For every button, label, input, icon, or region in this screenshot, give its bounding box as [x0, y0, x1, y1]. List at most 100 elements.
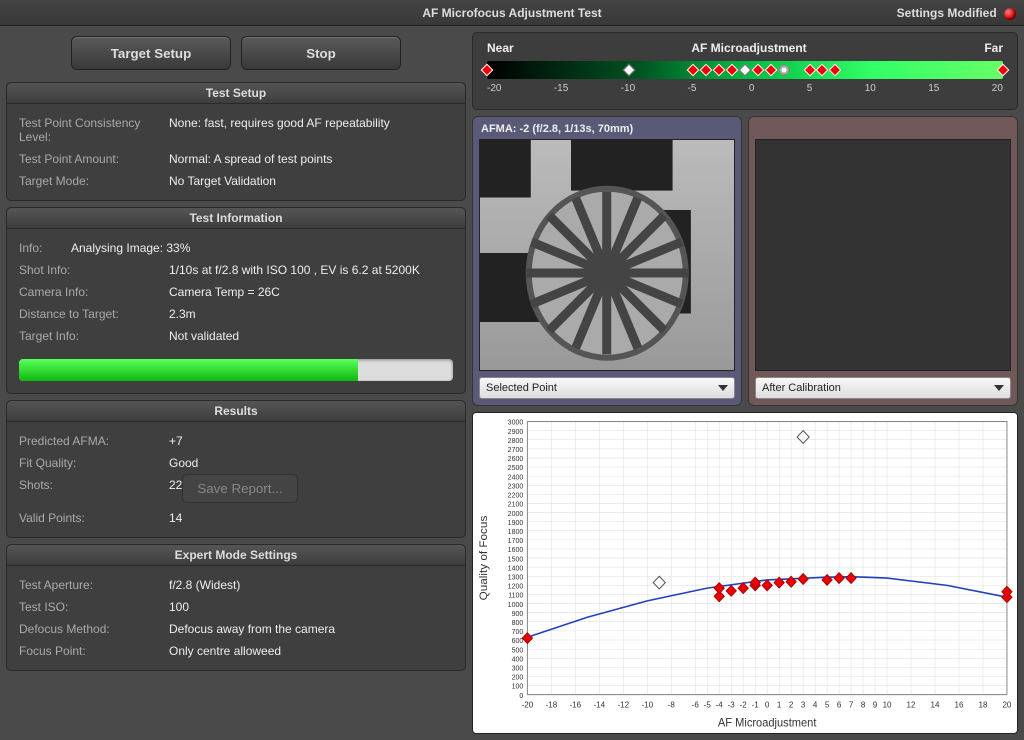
focuspoint-value: Only centre alloweed	[169, 644, 281, 658]
svg-text:-8: -8	[668, 699, 676, 709]
svg-text:3: 3	[801, 699, 806, 709]
svg-text:2300: 2300	[508, 481, 524, 490]
test-setup-panel: Test Setup Test Point Consistency Level:…	[6, 82, 466, 201]
window-title: AF Microfocus Adjustment Test	[422, 6, 601, 20]
svg-text:1100: 1100	[508, 590, 523, 599]
settings-modified-status: Settings Modified	[897, 0, 1016, 26]
svg-text:20: 20	[1002, 699, 1011, 709]
svg-text:1400: 1400	[508, 563, 524, 572]
camera-label: Camera Info:	[19, 285, 169, 299]
svg-text:2100: 2100	[508, 499, 524, 508]
shots-label: Shots:	[19, 478, 169, 503]
svg-text:-14: -14	[594, 699, 606, 709]
svg-text:-1: -1	[752, 699, 760, 709]
expert-header: Expert Mode Settings	[7, 545, 465, 566]
info-label: Info:	[19, 241, 71, 255]
svg-text:200: 200	[512, 672, 524, 681]
svg-text:100: 100	[512, 682, 524, 691]
afma-gradient-bar[interactable]	[487, 61, 1003, 79]
svg-text:12: 12	[907, 699, 916, 709]
svg-text:2600: 2600	[508, 454, 524, 463]
svg-text:1200: 1200	[508, 581, 524, 590]
near-label: Near	[487, 41, 514, 55]
svg-text:300: 300	[512, 663, 524, 672]
focuspoint-label: Focus Point:	[19, 644, 169, 658]
svg-text:1500: 1500	[508, 554, 524, 563]
results-panel: Results Predicted AFMA:+7 Fit Quality:Go…	[6, 400, 466, 538]
svg-text:400: 400	[512, 654, 524, 663]
modified-led-icon	[1004, 8, 1016, 20]
shot-value: 1/10s at f/2.8 with ISO 100 , EV is 6.2 …	[169, 263, 420, 277]
svg-text:2400: 2400	[508, 472, 524, 481]
fit-value: Good	[169, 456, 198, 470]
expert-panel: Expert Mode Settings Test Aperture:f/2.8…	[6, 544, 466, 671]
consistency-value: None: fast, requires good AF repeatabili…	[169, 116, 390, 144]
svg-text:1700: 1700	[508, 536, 524, 545]
valid-label: Valid Points:	[19, 511, 169, 525]
quality-chart[interactable]: 0100200300400500600700800900100011001200…	[472, 412, 1018, 734]
svg-text:1600: 1600	[508, 545, 524, 554]
svg-text:14: 14	[931, 699, 940, 709]
chevron-down-icon	[994, 385, 1004, 391]
svg-text:900: 900	[512, 609, 524, 618]
svg-text:-10: -10	[641, 699, 653, 709]
title-bar: AF Microfocus Adjustment Test Settings M…	[0, 0, 1024, 26]
preview-afma-line: AFMA: -2 (f/2.8, 1/13s, 70mm)	[477, 121, 737, 137]
iso-value: 100	[169, 600, 189, 614]
afma-label: AF Microadjustment	[691, 41, 806, 55]
svg-text:-3: -3	[728, 699, 736, 709]
svg-text:2000: 2000	[508, 509, 524, 518]
defocus-value: Defocus away from the camera	[169, 622, 335, 636]
svg-text:1800: 1800	[508, 527, 524, 536]
svg-text:-5: -5	[704, 699, 712, 709]
stop-button[interactable]: Stop	[241, 36, 401, 70]
button-row: Target Setup Stop	[6, 32, 466, 76]
amount-value: Normal: A spread of test points	[169, 152, 332, 166]
svg-text:1900: 1900	[508, 518, 524, 527]
svg-text:1000: 1000	[508, 600, 524, 609]
svg-text:500: 500	[512, 645, 524, 654]
afma-ticks: -20-15-10-505101520	[487, 83, 1003, 94]
focus-target-icon	[526, 186, 689, 361]
svg-text:2200: 2200	[508, 490, 524, 499]
fit-label: Fit Quality:	[19, 456, 169, 470]
pred-value: +7	[169, 434, 183, 448]
selected-point-combo[interactable]: Selected Point	[479, 377, 735, 399]
shots-value: 22	[169, 478, 182, 503]
svg-text:-16: -16	[570, 699, 582, 709]
svg-text:700: 700	[512, 627, 524, 636]
pred-label: Predicted AFMA:	[19, 434, 169, 448]
svg-text:800: 800	[512, 618, 524, 627]
preview-image-right[interactable]	[755, 139, 1011, 371]
camera-value: Camera Temp = 26C	[169, 285, 280, 299]
svg-text:2900: 2900	[508, 427, 524, 436]
svg-text:AF Microadjustment: AF Microadjustment	[718, 717, 817, 729]
defocus-label: Defocus Method:	[19, 622, 169, 636]
svg-text:3000: 3000	[508, 418, 524, 427]
results-header: Results	[7, 401, 465, 422]
save-report-button[interactable]: Save Report...	[182, 474, 297, 503]
targetmode-value: No Target Validation	[169, 174, 276, 188]
svg-text:2: 2	[789, 699, 794, 709]
selected-point-combo-label: Selected Point	[486, 382, 557, 394]
valid-value: 14	[169, 511, 182, 525]
test-info-panel: Test Information Info:Analysing Image: 3…	[6, 207, 466, 394]
svg-text:16: 16	[954, 699, 963, 709]
iso-label: Test ISO:	[19, 600, 169, 614]
preview-after-calibration: After Calibration	[748, 116, 1018, 406]
targetinfo-label: Target Info:	[19, 329, 169, 343]
svg-text:2800: 2800	[508, 436, 524, 445]
after-calibration-combo-label: After Calibration	[762, 382, 841, 394]
svg-text:Quality of Focus: Quality of Focus	[478, 515, 490, 600]
after-calibration-combo[interactable]: After Calibration	[755, 377, 1011, 399]
svg-text:8: 8	[861, 699, 866, 709]
amount-label: Test Point Amount:	[19, 152, 169, 166]
distance-label: Distance to Target:	[19, 307, 169, 321]
svg-text:10: 10	[883, 699, 892, 709]
preview-image-left[interactable]	[479, 139, 735, 371]
svg-text:18: 18	[978, 699, 987, 709]
status-text: Settings Modified	[897, 6, 997, 20]
info-value: Analysing Image: 33%	[71, 241, 190, 255]
far-label: Far	[984, 41, 1003, 55]
target-setup-button[interactable]: Target Setup	[71, 36, 231, 70]
